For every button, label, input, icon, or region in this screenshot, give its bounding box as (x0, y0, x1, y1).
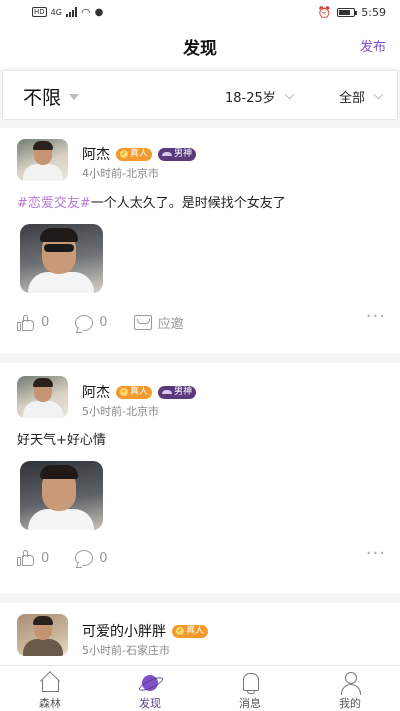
post-author: 可爱的小胖胖 ✓ 真人 (82, 621, 209, 641)
male-god-badge: 男神 (158, 385, 197, 399)
invite-icon (133, 315, 152, 330)
bottom-tab-bar: 森林 发现 消息 我的 (0, 665, 400, 711)
avatar[interactable] (17, 614, 68, 656)
author-name: 阿杰 (82, 385, 110, 401)
wifi-icon: ◠ (80, 5, 91, 19)
planet-icon (138, 671, 162, 693)
comment-icon (75, 550, 94, 566)
invite-button[interactable]: 应邀 (133, 313, 184, 332)
comment-icon (75, 314, 94, 331)
battery-icon (337, 7, 358, 17)
top-header: 发现 发布 (0, 24, 400, 68)
hd-indicator: HD (32, 7, 47, 17)
clock: 5:59 (361, 5, 386, 19)
post-text: #恋爱交友#一个人太久了。是时候找个女友了 (17, 192, 286, 211)
post-card[interactable]: 可爱的小胖胖 ✓ 真人 5小时前-石家庄市 (0, 603, 400, 665)
network-type: 4G (50, 7, 62, 17)
real-person-badge: ✓ 真人 (116, 385, 153, 399)
like-button[interactable]: 0 (17, 314, 50, 331)
post-photo[interactable] (20, 224, 103, 293)
more-options-button[interactable]: ··· (366, 306, 386, 327)
tab-label: 发现 (139, 697, 161, 710)
tab-messages[interactable]: 消息 (200, 666, 300, 711)
like-count: 0 (41, 550, 50, 566)
bell-icon (238, 671, 262, 694)
tab-profile[interactable]: 我的 (300, 666, 400, 711)
comment-count: 0 (99, 315, 108, 330)
status-right: ⏰ 5:59 (318, 6, 386, 19)
like-button[interactable]: 0 (17, 550, 49, 566)
publish-button[interactable]: 发布 (360, 36, 386, 55)
post-card[interactable]: 阿杰 ✓ 真人 男神 5小时前-北京市 好天气+好心情 0 0 ··· (0, 363, 400, 593)
status-left: HD 4G ◠ ● (32, 6, 103, 19)
location-filter-label: 不限 (23, 87, 62, 109)
author-name: 阿杰 (82, 147, 110, 163)
comment-button[interactable]: 0 (75, 314, 108, 331)
post-meta: 4小时前-北京市 (82, 167, 159, 180)
post-photo[interactable] (20, 461, 103, 530)
post-meta: 5小时前-北京市 (82, 405, 159, 418)
alarm-icon: ⏰ (317, 5, 332, 19)
status-bar: HD 4G ◠ ● ⏰ 5:59 (0, 0, 400, 24)
tab-discover[interactable]: 发现 (100, 666, 200, 711)
age-filter[interactable]: 18-25岁 (225, 87, 295, 106)
tab-label: 森林 (39, 697, 61, 710)
avatar[interactable] (17, 376, 68, 418)
invite-label: 应邀 (157, 317, 184, 332)
user-icon (338, 671, 362, 695)
tab-forest[interactable]: 森林 (0, 666, 100, 711)
thumbs-up-icon (17, 314, 35, 331)
category-filter-label: 全部 (339, 91, 366, 106)
post-body: 好天气+好心情 (17, 433, 106, 448)
chevron-down-icon (284, 89, 295, 100)
tab-label: 我的 (339, 697, 361, 710)
real-person-badge: ✓ 真人 (116, 147, 153, 161)
post-meta: 5小时前-石家庄市 (82, 644, 170, 657)
location-filter[interactable]: 不限 (23, 83, 80, 110)
house-icon (38, 671, 62, 693)
post-actions: 0 0 应邀 (17, 313, 210, 332)
post-author: 阿杰 ✓ 真人 男神 (82, 382, 197, 402)
more-options-button[interactable]: ··· (366, 543, 386, 564)
thumbs-up-icon (17, 550, 35, 566)
real-person-badge: ✓ 真人 (172, 624, 209, 638)
post-author: 阿杰 ✓ 真人 男神 (82, 144, 197, 164)
like-count: 0 (41, 315, 50, 330)
age-filter-label: 18-25岁 (225, 91, 276, 106)
post-text: 好天气+好心情 (17, 429, 106, 448)
tab-label: 消息 (239, 697, 261, 710)
comment-button[interactable]: 0 (75, 550, 108, 566)
topic-tag[interactable]: #恋爱交友# (17, 196, 91, 211)
avatar[interactable] (17, 139, 68, 181)
page-title: 发现 (183, 39, 217, 59)
post-actions: 0 0 (17, 550, 134, 566)
filter-bar: 不限 18-25岁 全部 (2, 70, 398, 120)
comment-count: 0 (99, 550, 108, 566)
male-god-badge: 男神 (158, 147, 197, 161)
category-filter[interactable]: 全部 (339, 87, 384, 106)
chevron-down-icon (373, 89, 384, 100)
caret-down-icon (69, 93, 80, 100)
message-icon: ● (94, 6, 104, 18)
post-body: 一个人太久了。是时候找个女友了 (90, 196, 286, 211)
post-card[interactable]: 阿杰 ✓ 真人 男神 4小时前-北京市 #恋爱交友#一个人太久了。是时候找个女友了… (0, 128, 400, 353)
signal-icon (65, 7, 77, 17)
author-name: 可爱的小胖胖 (82, 624, 166, 640)
